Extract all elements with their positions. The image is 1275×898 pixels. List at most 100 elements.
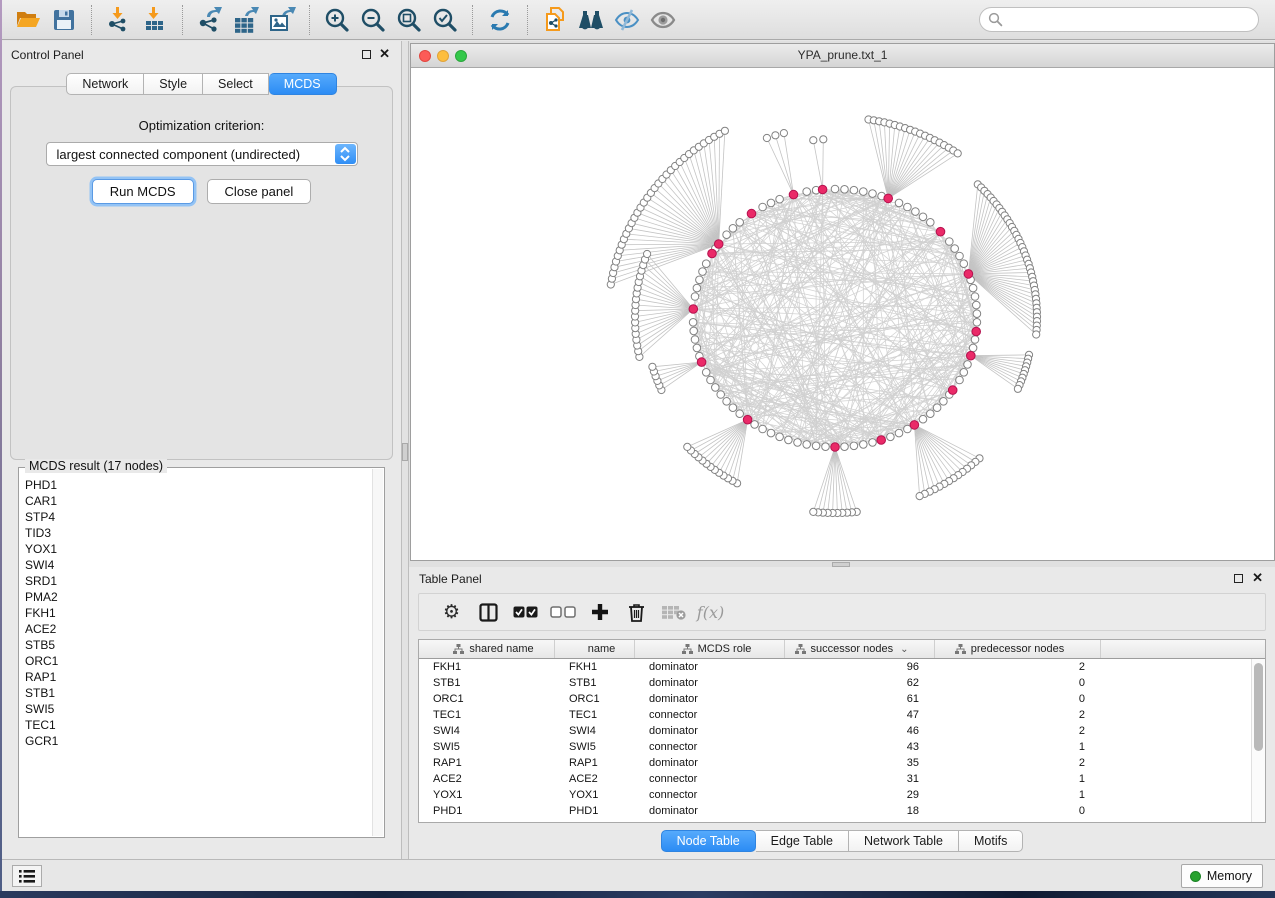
result-scrollbar[interactable] [372,469,383,836]
table-cell: 2 [935,755,1101,771]
mcds-result-item[interactable]: PHD1 [25,477,384,493]
network-search-box[interactable] [979,7,1259,32]
minimize-window-icon[interactable] [437,50,449,62]
tab-motifs[interactable]: Motifs [959,830,1023,852]
table-row[interactable]: YOX1YOX1connector291 [419,787,1251,803]
tab-select[interactable]: Select [203,73,269,95]
clone-network-button[interactable] [537,4,573,36]
mcds-result-item[interactable]: TID3 [25,525,384,541]
table-cell: connector [635,707,785,723]
mcds-result-item[interactable]: SWI4 [25,557,384,573]
mcds-result-item[interactable]: ACE2 [25,621,384,637]
toolbar-separator [527,5,528,35]
save-session-button[interactable] [46,4,82,36]
zoom-fit-button[interactable] [391,4,427,36]
table-cell: TEC1 [555,707,635,723]
float-panel-icon[interactable] [362,50,371,59]
close-panel-button[interactable]: Close panel [207,179,312,204]
mcds-result-item[interactable]: YOX1 [25,541,384,557]
export-table-button[interactable] [228,4,264,36]
zoom-in-button[interactable] [319,4,355,36]
function-builder-button[interactable]: f(x) [692,597,729,627]
network-window-titlebar[interactable]: YPA_prune.txt_1 [411,44,1274,68]
column-header-name[interactable]: name [555,640,635,658]
mcds-result-item[interactable]: STB5 [25,637,384,653]
mcds-result-list[interactable]: PHD1CAR1STP4TID3YOX1SWI4SRD1PMA2FKH1ACE2… [19,468,384,749]
add-row-button[interactable] [581,597,618,627]
mcds-result-item[interactable]: FKH1 [25,605,384,621]
mcds-result-item[interactable]: TEC1 [25,717,384,733]
zoom-out-button[interactable] [355,4,391,36]
splitter-handle[interactable] [402,443,408,461]
table-scrollbar[interactable] [1251,659,1265,822]
delete-table-button[interactable] [655,597,692,627]
table-row[interactable]: RAP1RAP1dominator352 [419,755,1251,771]
float-panel-icon[interactable] [1234,574,1243,583]
close-panel-icon[interactable]: ✕ [1252,570,1263,586]
table-cell: dominator [635,675,785,691]
close-window-icon[interactable] [419,50,431,62]
toolbar-separator [182,5,183,35]
delete-rows-button[interactable] [618,597,655,627]
import-table-button[interactable] [137,4,173,36]
tab-mcds[interactable]: MCDS [269,73,337,95]
tab-network[interactable]: Network [66,73,144,95]
column-header-shared-name[interactable]: shared name [419,640,555,658]
save-floppy-icon [53,9,75,31]
show-panels-button[interactable] [645,4,681,36]
memory-button[interactable]: Memory [1181,864,1263,888]
close-panel-icon[interactable]: ✕ [379,46,390,62]
select-all-button[interactable] [507,597,544,627]
refresh-view-button[interactable] [482,4,518,36]
import-network-button[interactable] [101,4,137,36]
table-cell: dominator [635,803,785,819]
table-settings-button[interactable]: ⚙ [433,597,470,627]
table-row[interactable]: PHD1PHD1dominator180 [419,803,1251,819]
mcds-result-item[interactable]: RAP1 [25,669,384,685]
open-session-button[interactable] [10,4,46,36]
table-row[interactable]: SWI5SWI5connector431 [419,739,1251,755]
mcds-result-item[interactable]: SWI5 [25,701,384,717]
tab-style[interactable]: Style [144,73,203,95]
scrollbar-thumb[interactable] [1254,663,1263,751]
mcds-result-item[interactable]: CAR1 [25,493,384,509]
tab-network-table[interactable]: Network Table [849,830,959,852]
deselect-all-button[interactable] [544,597,581,627]
column-header-mcds-role[interactable]: MCDS role [635,640,785,658]
network-canvas[interactable] [411,68,1274,560]
show-columns-button[interactable] [470,597,507,627]
search-input[interactable] [1003,10,1258,30]
task-history-button[interactable] [12,865,42,887]
tab-edge-table[interactable]: Edge Table [756,830,849,852]
export-network-button[interactable] [192,4,228,36]
table-row[interactable]: SWI4SWI4dominator462 [419,723,1251,739]
tab-node-table[interactable]: Node Table [661,830,756,852]
mcds-result-item[interactable]: STP4 [25,509,384,525]
network-window-title: YPA_prune.txt_1 [411,44,1274,67]
vertical-splitter[interactable] [401,41,409,859]
table-cell: ORC1 [419,691,555,707]
mcds-tab-content: Optimization criterion: largest connecte… [10,86,393,460]
mcds-result-item[interactable]: GCR1 [25,733,384,749]
table-cell: SWI4 [555,723,635,739]
run-mcds-button[interactable]: Run MCDS [92,179,194,204]
maximize-window-icon[interactable] [455,50,467,62]
mcds-result-item[interactable]: PMA2 [25,589,384,605]
table-row[interactable]: ORC1ORC1dominator610 [419,691,1251,707]
table-row[interactable]: FKH1FKH1dominator962 [419,659,1251,675]
mcds-result-item[interactable]: STB1 [25,685,384,701]
table-row[interactable]: STB1STB1dominator620 [419,675,1251,691]
column-header-predecessor-nodes[interactable]: predecessor nodes [935,640,1101,658]
table-row[interactable]: ACE2ACE2connector311 [419,771,1251,787]
export-image-button[interactable] [264,4,300,36]
search-network-button[interactable] [573,4,609,36]
mcds-result-item[interactable]: ORC1 [25,653,384,669]
optimization-criterion-select[interactable]: largest connected component (undirected) [46,142,358,166]
table-cell: SWI4 [419,723,555,739]
table-row[interactable]: TEC1TEC1connector472 [419,707,1251,723]
zoom-in-icon [324,7,350,33]
mcds-result-item[interactable]: SRD1 [25,573,384,589]
zoom-selected-button[interactable] [427,4,463,36]
hide-panels-button[interactable] [609,4,645,36]
column-header-successor-nodes[interactable]: successor nodes ⌄ [785,640,935,658]
